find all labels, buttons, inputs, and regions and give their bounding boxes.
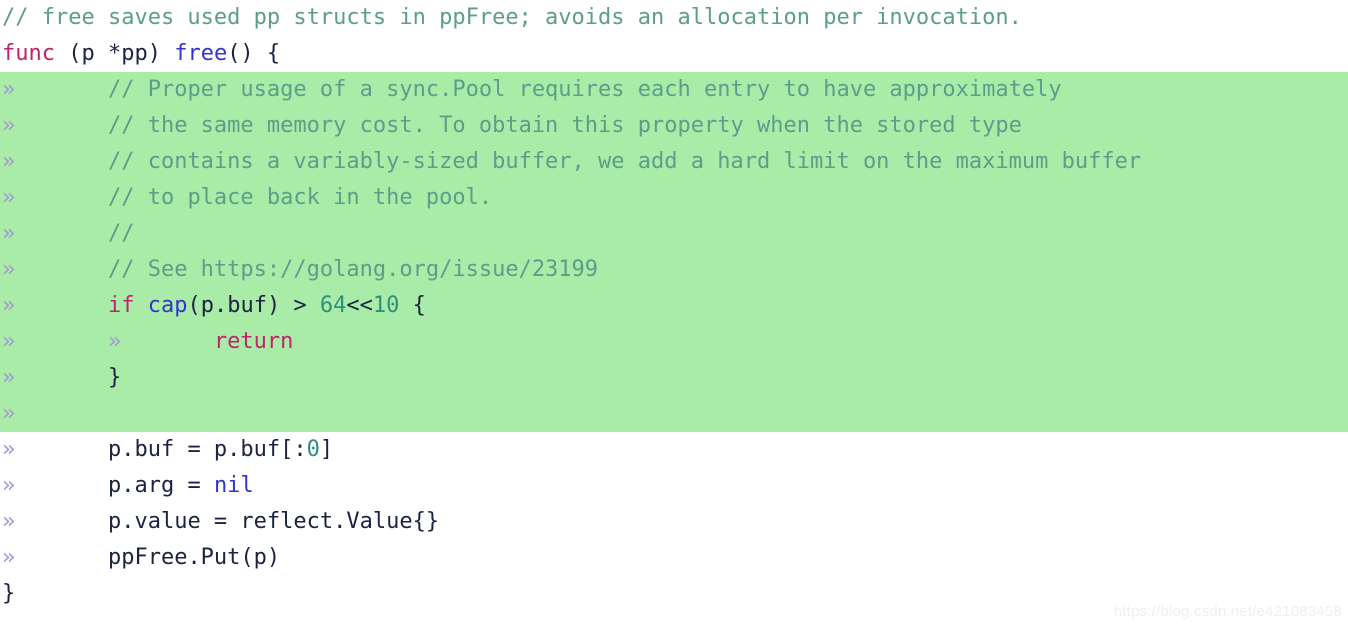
tab-marker-icon: » — [2, 257, 108, 282]
code-token: } — [2, 581, 16, 606]
code-token: // free saves used pp structs in ppFree;… — [2, 5, 1022, 30]
code-token: p.arg = — [107, 473, 214, 498]
code-token: // to place back in the pool. — [107, 185, 493, 210]
tab-marker-icon: » — [2, 113, 108, 138]
code-line[interactable]: » // to place back in the pool. — [0, 180, 1348, 216]
code-line-content: » // contains a variably-sized buffer, w… — [0, 144, 1348, 180]
code-line[interactable]: » // contains a variably-sized buffer, w… — [0, 144, 1348, 180]
code-line-content: » // — [0, 216, 1348, 252]
code-listing[interactable]: // free saves used pp structs in ppFree;… — [0, 0, 1348, 612]
tab-marker-icon: » — [2, 473, 108, 498]
code-token: // the same memory cost. To obtain this … — [107, 113, 1022, 138]
tab-marker-icon: » — [2, 545, 108, 570]
code-token: cap — [147, 293, 188, 318]
tab-marker-icon: » — [2, 185, 108, 210]
code-line-content: » // See https://golang.org/issue/23199 — [0, 252, 1348, 288]
code-line-content: » // the same memory cost. To obtain thi… — [0, 108, 1348, 144]
code-token: p.value = reflect.Value{} — [107, 509, 440, 534]
code-line-content: » if cap(p.buf) > 64<<10 { — [0, 288, 1348, 324]
code-editor-screenshot: // free saves used pp structs in ppFree;… — [0, 0, 1348, 626]
code-line-content: » // Proper usage of a sync.Pool require… — [0, 72, 1348, 108]
tab-marker-icon: » — [2, 293, 108, 318]
code-line[interactable]: » // Proper usage of a sync.Pool require… — [0, 72, 1348, 108]
code-line-content: » ppFree.Put(p) — [0, 540, 1348, 576]
code-line-content: » } — [0, 360, 1348, 396]
code-line[interactable]: » ppFree.Put(p) — [0, 540, 1348, 576]
code-line[interactable]: » // See https://golang.org/issue/23199 — [0, 252, 1348, 288]
code-line-content: » p.value = reflect.Value{} — [0, 504, 1348, 540]
code-line[interactable]: » p.value = reflect.Value{} — [0, 504, 1348, 540]
code-token: p.buf = p.buf[: — [107, 437, 307, 462]
code-line[interactable]: » if cap(p.buf) > 64<<10 { — [0, 288, 1348, 324]
tab-marker-icon: » — [2, 365, 108, 390]
code-line[interactable]: » » return — [0, 324, 1348, 360]
code-token: // See https://golang.org/issue/23199 — [107, 257, 599, 282]
code-token: { — [399, 293, 426, 318]
tab-marker-icon: » — [2, 329, 108, 354]
code-token: << — [346, 293, 373, 318]
tab-marker-icon: » — [2, 509, 108, 534]
code-line-content: func (p *pp) free() { — [0, 36, 1348, 72]
tab-marker-icon: » — [2, 221, 108, 246]
code-token: () { — [227, 41, 281, 66]
code-token: func — [2, 41, 55, 66]
code-token: 0 — [306, 437, 320, 462]
code-token: // contains a variably-sized buffer, we … — [107, 149, 1142, 174]
csdn-watermark: https://blog.csdn.net/e421083458 — [1113, 603, 1342, 620]
code-line[interactable]: » p.buf = p.buf[:0] — [0, 432, 1348, 468]
code-token: return — [213, 329, 294, 354]
code-line[interactable]: » p.arg = nil — [0, 468, 1348, 504]
tab-marker-icon: » — [2, 77, 108, 102]
code-token: // — [107, 221, 135, 246]
code-token: (p *pp) — [54, 41, 175, 66]
code-token: 10 — [372, 293, 400, 318]
code-token: ppFree.Put(p) — [107, 545, 281, 570]
code-token: (p.buf) > — [187, 293, 320, 318]
code-line-content: » » return — [0, 324, 1348, 360]
code-line-content: » p.arg = nil — [0, 468, 1348, 504]
code-line-content: // free saves used pp structs in ppFree;… — [0, 0, 1348, 36]
code-token: if — [107, 293, 135, 318]
tab-marker-icon: » — [107, 329, 214, 354]
code-line[interactable]: » } — [0, 360, 1348, 396]
code-line[interactable]: // free saves used pp structs in ppFree;… — [0, 0, 1348, 36]
code-token: nil — [213, 473, 254, 498]
code-line[interactable]: » // — [0, 216, 1348, 252]
code-line-content: » — [0, 396, 1348, 432]
code-line[interactable]: » // the same memory cost. To obtain thi… — [0, 108, 1348, 144]
code-line-content: » p.buf = p.buf[:0] — [0, 432, 1348, 468]
code-token: ] — [319, 437, 334, 462]
code-token: free — [174, 41, 228, 66]
tab-marker-icon: » — [2, 401, 108, 426]
code-token: } — [107, 365, 122, 390]
tab-marker-icon: » — [2, 149, 108, 174]
tab-marker-icon: » — [2, 437, 108, 462]
code-line[interactable]: » — [0, 396, 1348, 432]
code-line-content: » // to place back in the pool. — [0, 180, 1348, 216]
code-line[interactable]: func (p *pp) free() { — [0, 36, 1348, 72]
code-token: 64 — [319, 293, 347, 318]
code-token: // Proper usage of a sync.Pool requires … — [107, 77, 1062, 102]
